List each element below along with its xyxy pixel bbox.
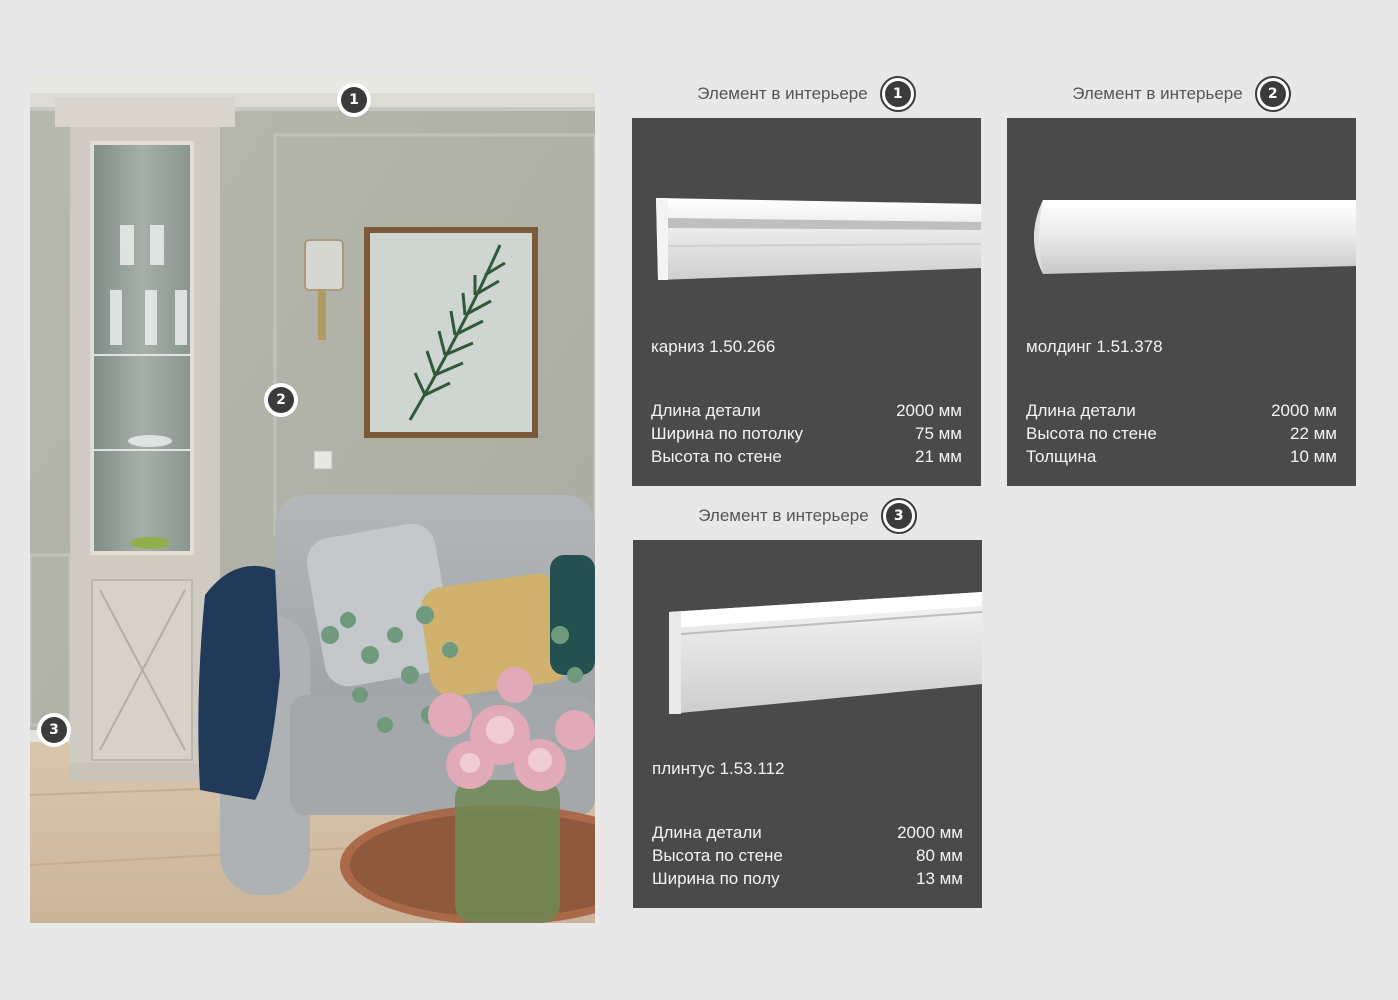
spec-row: Ширина по потолку 75 мм bbox=[651, 422, 962, 445]
card-number: 1 bbox=[884, 81, 911, 107]
spec-list: Длина детали 2000 мм Высота по стене 80 … bbox=[652, 821, 963, 890]
photo-marker-number: 2 bbox=[268, 387, 294, 413]
card-heading-text: Элемент в интерьере bbox=[1072, 84, 1243, 103]
spec-row: Толщина 10 мм bbox=[1026, 445, 1337, 468]
card-heading-text: Элемент в интерьере bbox=[697, 84, 868, 103]
card-number: 2 bbox=[1259, 81, 1286, 107]
spec-label: Длина детали bbox=[652, 823, 762, 842]
card-heading-text: Элемент в интерьере bbox=[698, 506, 869, 525]
product-name: молдинг 1.51.378 bbox=[1026, 337, 1163, 356]
interior-illustration bbox=[30, 75, 595, 923]
spec-row: Высота по стене 21 мм bbox=[651, 445, 962, 468]
card-number-badge: 2 bbox=[1254, 76, 1291, 112]
cornice-profile-image bbox=[656, 198, 981, 280]
card-number-badge: 3 bbox=[880, 498, 917, 534]
spec-label: Высота по стене bbox=[1026, 424, 1157, 443]
interior-photo: 1 2 3 bbox=[30, 75, 595, 923]
card-1-heading: Элемент в интерьере 1 bbox=[632, 74, 981, 114]
spec-value: 21 мм bbox=[914, 447, 962, 466]
spec-value: 13 мм bbox=[915, 869, 963, 888]
card-number: 3 bbox=[885, 503, 912, 529]
spec-value: 2000 мм bbox=[1271, 401, 1337, 420]
spec-value: 75 мм bbox=[914, 424, 962, 443]
spec-label: Длина детали bbox=[651, 401, 761, 420]
product-card-cornice[interactable]: карниз 1.50.266 Длина детали 2000 мм Шир… bbox=[632, 118, 981, 486]
photo-marker-number: 3 bbox=[41, 717, 67, 743]
photo-marker-3[interactable]: 3 bbox=[37, 713, 71, 747]
spec-row: Ширина по полу 13 мм bbox=[652, 867, 963, 890]
spec-row: Длина детали 2000 мм bbox=[1026, 399, 1337, 422]
spec-row: Длина детали 2000 мм bbox=[652, 821, 963, 844]
spec-label: Ширина по потолку bbox=[651, 424, 803, 443]
photo-marker-number: 1 bbox=[341, 87, 367, 113]
spec-label: Длина детали bbox=[1026, 401, 1136, 420]
spec-value: 2000 мм bbox=[897, 823, 963, 842]
spec-label: Высота по стене bbox=[652, 846, 783, 865]
spec-row: Длина детали 2000 мм bbox=[651, 399, 962, 422]
product-card-moulding[interactable]: молдинг 1.51.378 Длина детали 2000 мм Вы… bbox=[1007, 118, 1356, 486]
card-2-heading: Элемент в интерьере 2 bbox=[1007, 74, 1356, 114]
skirting-profile-image bbox=[669, 592, 982, 714]
product-name: карниз 1.50.266 bbox=[651, 337, 776, 356]
spec-list: Длина детали 2000 мм Ширина по потолку 7… bbox=[651, 399, 962, 468]
spec-row: Высота по стене 22 мм bbox=[1026, 422, 1337, 445]
photo-marker-1[interactable]: 1 bbox=[337, 83, 371, 117]
spec-value: 22 мм bbox=[1289, 424, 1337, 443]
card-number-badge: 1 bbox=[879, 76, 916, 112]
product-name: плинтус 1.53.112 bbox=[652, 759, 785, 778]
spec-value: 2000 мм bbox=[896, 401, 962, 420]
spec-list: Длина детали 2000 мм Высота по стене 22 … bbox=[1026, 399, 1337, 468]
card-3-heading: Элемент в интерьере 3 bbox=[633, 496, 982, 536]
moulding-profile-image bbox=[1034, 200, 1356, 274]
product-card-skirting[interactable]: плинтус 1.53.112 Длина детали 2000 мм Вы… bbox=[633, 540, 982, 908]
spec-value: 80 мм bbox=[915, 846, 963, 865]
spec-value: 10 мм bbox=[1289, 447, 1337, 466]
spec-label: Высота по стене bbox=[651, 447, 782, 466]
photo-marker-2[interactable]: 2 bbox=[264, 383, 298, 417]
spec-label: Толщина bbox=[1026, 447, 1097, 466]
spec-row: Высота по стене 80 мм bbox=[652, 844, 963, 867]
spec-label: Ширина по полу bbox=[652, 869, 780, 888]
